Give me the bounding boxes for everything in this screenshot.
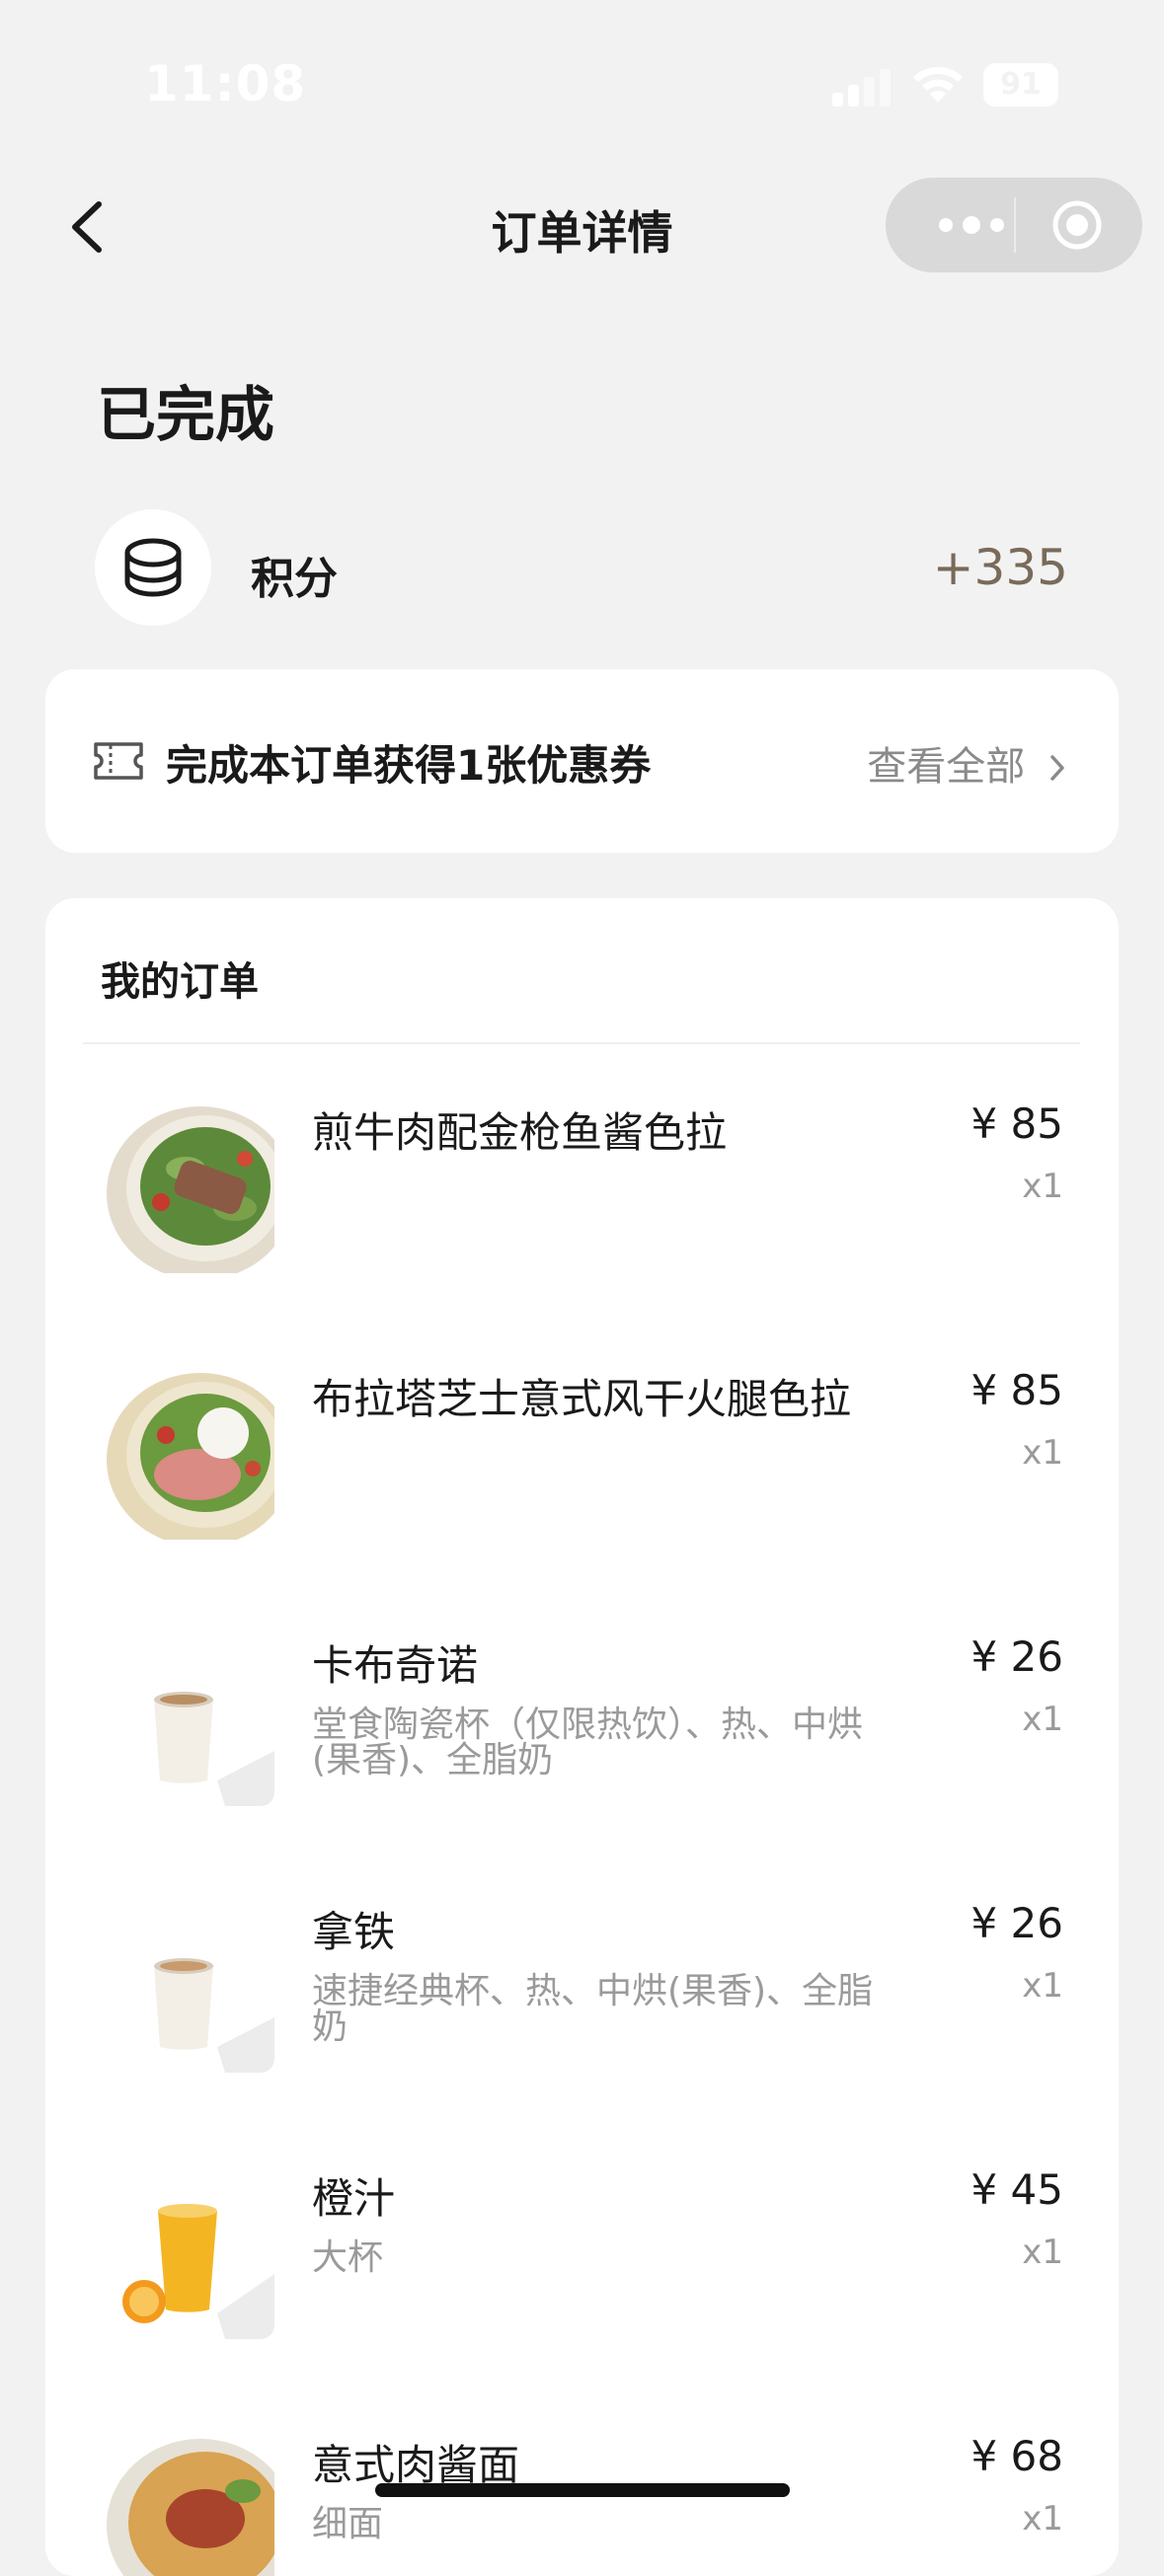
item-quantity: x1 bbox=[1022, 2233, 1063, 2272]
item-price: ¥ 45 bbox=[970, 2165, 1063, 2214]
points-row: 积分 +335 bbox=[95, 509, 1068, 626]
item-name: 卡布奇诺 bbox=[312, 1641, 479, 1690]
capsule-divider bbox=[1014, 197, 1016, 253]
item-image bbox=[107, 1099, 274, 1273]
item-spec: 堂食陶瓷杯（仅限热饮）、热、中烘(果香)、全脂奶 bbox=[312, 1705, 864, 1780]
chevron-right-icon bbox=[1050, 755, 1064, 781]
battery-icon: 91 bbox=[983, 63, 1058, 107]
order-item[interactable]: 拿铁 速捷经典杯、热、中烘(果香)、全脂奶 ¥ 26 x1 bbox=[45, 1899, 1119, 2165]
close-mini-program-icon[interactable] bbox=[1051, 199, 1103, 251]
item-spec: 细面 bbox=[312, 2504, 384, 2544]
wifi-icon bbox=[913, 66, 963, 103]
item-price: ¥ 26 bbox=[970, 1632, 1063, 1681]
cellular-signal-icon bbox=[832, 67, 892, 107]
order-section-title: 我的订单 bbox=[101, 959, 259, 1005]
view-all-link[interactable]: 查看全部 bbox=[867, 734, 1067, 792]
order-item[interactable]: 意式肉酱面 细面 ¥ 68 x1 bbox=[45, 2432, 1119, 2576]
order-item[interactable]: 橙汁 大杯 ¥ 45 x1 bbox=[45, 2165, 1119, 2432]
points-value: +335 bbox=[932, 539, 1068, 596]
item-quantity: x1 bbox=[1022, 1966, 1063, 2006]
status-time: 11:08 bbox=[144, 55, 307, 113]
item-quantity: x1 bbox=[1022, 1700, 1063, 1739]
home-indicator[interactable] bbox=[375, 2483, 790, 2497]
order-item[interactable]: 卡布奇诺 堂食陶瓷杯（仅限热饮）、热、中烘(果香)、全脂奶 ¥ 26 x1 bbox=[45, 1632, 1119, 1899]
view-all-label: 查看全部 bbox=[867, 744, 1026, 790]
item-price: ¥ 85 bbox=[970, 1099, 1063, 1148]
item-image bbox=[107, 1366, 274, 1540]
navigation-bar: 订单详情 bbox=[0, 178, 1164, 276]
mini-program-capsule bbox=[886, 178, 1142, 272]
points-label: 积分 bbox=[251, 554, 338, 604]
item-name: 煎牛肉配金枪鱼酱色拉 bbox=[312, 1108, 728, 1157]
item-name: 布拉塔芝士意式风干火腿色拉 bbox=[312, 1375, 852, 1423]
coupon-card[interactable]: 完成本订单获得1张优惠券 查看全部 bbox=[45, 669, 1119, 853]
item-spec: 速捷经典杯、热、中烘(果香)、全脂奶 bbox=[312, 1971, 874, 2047]
item-price: ¥ 68 bbox=[970, 2432, 1063, 2480]
order-card: 我的订单 煎牛肉配金枪鱼酱色拉 ¥ 85 x1 布拉塔芝士意式风干火腿色拉 ¥ … bbox=[45, 898, 1119, 2576]
item-name: 橙汁 bbox=[312, 2174, 396, 2223]
order-item[interactable]: 布拉塔芝士意式风干火腿色拉 ¥ 85 x1 bbox=[45, 1366, 1119, 1632]
order-item[interactable]: 煎牛肉配金枪鱼酱色拉 ¥ 85 x1 bbox=[45, 1099, 1119, 1366]
ticket-icon bbox=[94, 742, 143, 780]
coins-icon bbox=[95, 509, 211, 626]
item-spec: 大杯 bbox=[312, 2237, 384, 2278]
item-image bbox=[107, 1899, 274, 2073]
coupon-text: 完成本订单获得1张优惠券 bbox=[166, 741, 652, 790]
order-status: 已完成 bbox=[97, 381, 274, 450]
status-bar: 11:08 91 bbox=[0, 0, 1164, 148]
item-image bbox=[107, 1632, 274, 1806]
item-price: ¥ 85 bbox=[970, 1366, 1063, 1414]
item-quantity: x1 bbox=[1022, 2499, 1063, 2538]
item-price: ¥ 26 bbox=[970, 1899, 1063, 1947]
item-quantity: x1 bbox=[1022, 1167, 1063, 1206]
item-image bbox=[107, 2432, 274, 2576]
item-name: 拿铁 bbox=[312, 1908, 396, 1956]
item-quantity: x1 bbox=[1022, 1433, 1063, 1473]
divider bbox=[83, 1042, 1080, 1044]
item-image bbox=[107, 2165, 274, 2339]
